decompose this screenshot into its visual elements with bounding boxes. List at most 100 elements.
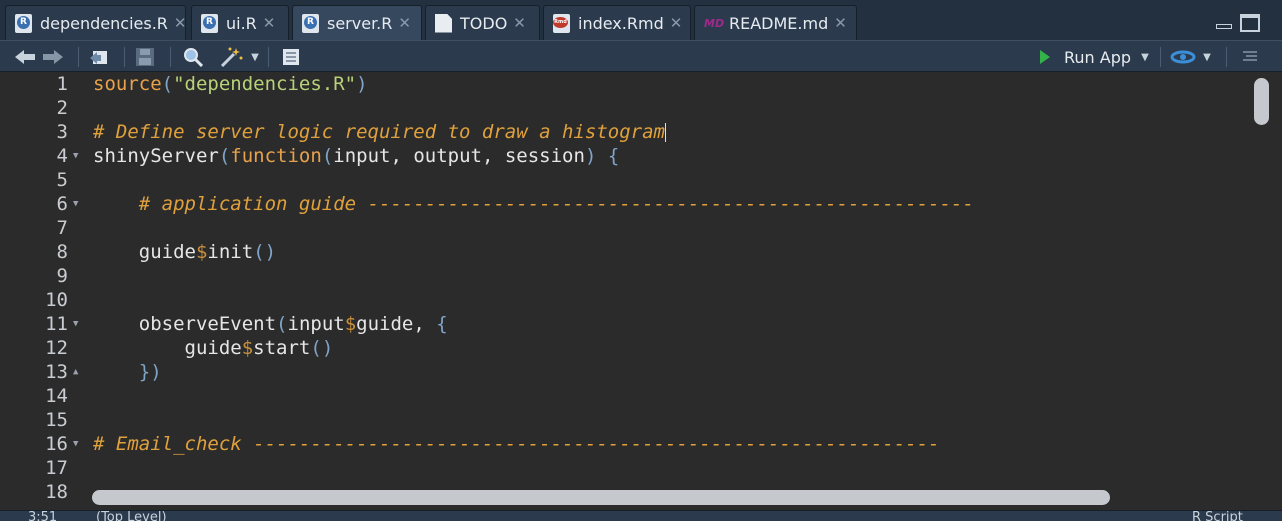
line-number: 16 [45, 433, 68, 455]
chevron-down-icon[interactable]: ▼ [1202, 47, 1212, 67]
fold-up-icon[interactable]: ▲ [73, 360, 83, 384]
object-name: input [287, 313, 345, 335]
code-line: 6 ▼ # application guide ----------------… [0, 192, 1250, 216]
code-line: 17 [0, 456, 1250, 480]
line-number: 6 [56, 193, 68, 215]
line-number: 2 [56, 97, 68, 119]
line-number: 17 [45, 457, 68, 479]
chevron-down-icon[interactable]: ▼ [1140, 47, 1150, 67]
function-name: start [253, 337, 311, 359]
code-line: 11 ▼ observeEvent(input$guide, { [0, 312, 1250, 336]
vertical-scrollbar-thumb[interactable] [1254, 78, 1269, 125]
tab-index-rmd[interactable]: index.Rmd ✕ [543, 5, 691, 40]
line-number: 15 [45, 409, 68, 431]
code-line: 5 [0, 168, 1250, 192]
editor-status-bar: 3:51 (Top Level) R Script [0, 510, 1282, 521]
tab-label: ui.R [226, 13, 257, 33]
play-icon [1040, 50, 1050, 64]
line-number: 3 [56, 121, 68, 143]
code-line: 2 [0, 96, 1250, 120]
magic-wand-icon[interactable] [218, 47, 246, 67]
tab-label: server.R [327, 13, 393, 33]
line-number: 7 [56, 217, 68, 239]
search-icon[interactable] [181, 47, 205, 67]
md-file-icon [704, 14, 724, 33]
line-number: 10 [45, 289, 68, 311]
code-line: 4 ▼ shinyServer(function(input, output, … [0, 144, 1250, 168]
code-line: 8 guide$init() [0, 240, 1250, 264]
text-file-icon [435, 13, 452, 33]
line-number: 9 [56, 265, 68, 287]
tab-todo[interactable]: TODO ✕ [425, 5, 540, 40]
code-line: 1 source("dependencies.R") [0, 72, 1250, 96]
compile-report-icon[interactable] [280, 47, 302, 67]
arguments: input, output, session [333, 145, 585, 167]
close-icon[interactable]: ✕ [834, 14, 847, 32]
close-icon[interactable]: ✕ [263, 14, 276, 32]
code-line: 10 [0, 288, 1250, 312]
tab-label: TODO [460, 13, 508, 33]
scrollbar-corner [1240, 486, 1282, 512]
function-name: source [93, 73, 162, 95]
r-file-icon [201, 13, 218, 33]
tab-label: index.Rmd [578, 13, 664, 33]
pane-controls [1214, 14, 1260, 32]
horizontal-scrollbar-thumb[interactable] [92, 490, 1110, 505]
forward-arrow-icon[interactable] [40, 47, 64, 67]
code-line: 7 [0, 216, 1250, 240]
close-icon[interactable]: ✕ [174, 14, 187, 32]
comment: # Email_check --------------------------… [93, 433, 940, 455]
r-file-icon [302, 13, 319, 33]
code-line: 12 guide$start() [0, 336, 1250, 360]
show-in-window-icon[interactable] [88, 47, 110, 67]
tab-readme-md[interactable]: README.md ✕ [694, 5, 857, 40]
line-number: 8 [56, 241, 68, 263]
fold-down-icon[interactable]: ▼ [73, 432, 83, 456]
code-line: 3 # Define server logic required to draw… [0, 120, 1250, 144]
tab-label: dependencies.R [40, 13, 168, 33]
field-name: guide [356, 313, 414, 335]
fold-down-icon[interactable]: ▼ [73, 144, 83, 168]
publish-icon[interactable] [1168, 47, 1198, 67]
close-icon[interactable]: ✕ [513, 14, 526, 32]
text-cursor [664, 123, 666, 142]
rmd-file-icon [553, 13, 570, 33]
minimize-pane-button[interactable] [1214, 14, 1234, 32]
tab-dependencies-r[interactable]: dependencies.R ✕ [5, 5, 186, 40]
code-line: 14 [0, 384, 1250, 408]
comment: # application guide --------------------… [138, 193, 974, 215]
line-number: 18 [45, 481, 68, 503]
string-literal: "dependencies.R" [173, 73, 357, 95]
tab-ui-r[interactable]: ui.R ✕ [191, 5, 289, 40]
run-app-label: Run App [1064, 47, 1132, 67]
close-icon[interactable]: ✕ [398, 14, 411, 32]
function-name: observeEvent [138, 313, 277, 335]
save-icon[interactable] [134, 47, 156, 67]
keyword: function [230, 145, 322, 167]
code-editor[interactable]: 1 source("dependencies.R") 2 3 # Define … [0, 72, 1282, 520]
line-number: 13 [45, 361, 68, 383]
document-outline-icon[interactable] [1238, 47, 1262, 67]
vertical-scrollbar-track[interactable] [1252, 72, 1282, 488]
back-arrow-icon[interactable] [14, 47, 38, 67]
maximize-pane-button[interactable] [1240, 14, 1260, 32]
object-name: guide [138, 241, 196, 263]
line-number: 4 [56, 145, 68, 167]
line-number: 1 [56, 73, 68, 95]
object-name: guide [184, 337, 242, 359]
code-line: 9 [0, 264, 1250, 288]
fold-down-icon[interactable]: ▼ [73, 312, 83, 336]
r-file-icon [15, 13, 32, 33]
function-name: shinyServer [93, 145, 219, 167]
code-line: 13 ▲ }) [0, 360, 1250, 384]
code-line: 16 ▼ # Email_check ---------------------… [0, 432, 1250, 456]
tab-server-r[interactable]: server.R ✕ [292, 5, 422, 40]
line-number: 12 [45, 337, 68, 359]
tab-label: README.md [729, 13, 829, 33]
fold-down-icon[interactable]: ▼ [73, 192, 83, 216]
line-number: 5 [56, 169, 68, 191]
editor-tab-bar: dependencies.R ✕ ui.R ✕ server.R ✕ TODO … [0, 0, 1282, 40]
close-icon[interactable]: ✕ [670, 14, 683, 32]
chevron-down-icon[interactable]: ▼ [250, 47, 260, 67]
run-app-button[interactable]: Run App [1040, 46, 1131, 68]
